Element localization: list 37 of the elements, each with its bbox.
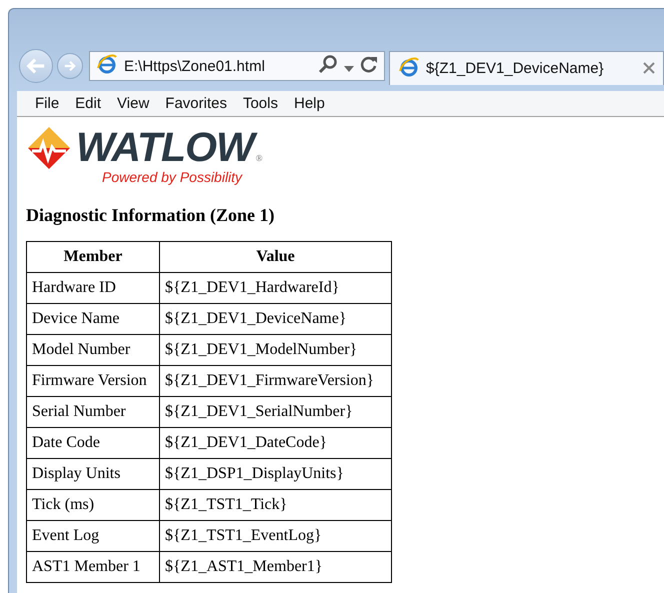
table-cell: Hardware ID <box>26 272 160 304</box>
table-cell: ${Z1_AST1_Member1} <box>160 552 392 582</box>
table-cell: Display Units <box>26 458 160 490</box>
menu-item[interactable]: Tools <box>234 95 286 112</box>
menu-item[interactable]: View <box>109 95 158 112</box>
table-cell: AST1 Member 1 <box>26 552 160 582</box>
menu-item[interactable]: Favorites <box>157 95 235 112</box>
table-cell: Serial Number <box>26 396 160 428</box>
table-cell: Date Code <box>26 428 160 458</box>
menu-item[interactable]: Help <box>286 95 333 112</box>
table-cell: ${Z1_DSP1_DisplayUnits} <box>160 458 392 490</box>
table-cell: ${Z1_DEV1_SerialNumber} <box>160 396 392 428</box>
browser-tab[interactable]: ${Z1_DEV1_DeviceName} <box>389 51 664 85</box>
table-cell: ${Z1_TST1_Tick} <box>160 490 392 520</box>
table-cell: ${Z1_TST1_EventLog} <box>160 520 392 552</box>
right-arrow-icon <box>64 60 76 72</box>
menu-item[interactable]: Edit <box>67 95 110 112</box>
table-cell: Firmware Version <box>26 366 160 396</box>
address-text: E:\Https\Zone01.html <box>124 58 266 74</box>
table-cell: ${Z1_DEV1_FirmwareVersion} <box>160 366 392 396</box>
left-arrow-icon <box>26 57 46 75</box>
table-cell: ${Z1_DEV1_DateCode} <box>160 428 392 458</box>
table-cell: ${Z1_DEV1_HardwareId} <box>160 272 392 304</box>
table-cell: ${Z1_DEV1_DeviceName} <box>160 304 392 334</box>
page-heading: Diagnostic Information (Zone 1) <box>26 205 276 226</box>
table-cell: Device Name <box>26 304 160 334</box>
address-field[interactable]: E:\Https\Zone01.html <box>89 51 385 81</box>
table-cell: ${Z1_DEV1_ModelNumber} <box>160 334 392 366</box>
tab-title: ${Z1_DEV1_DeviceName} <box>426 60 605 77</box>
table-cell: Tick (ms) <box>26 490 160 520</box>
table-cell: Model Number <box>26 334 160 366</box>
registered-mark: ® <box>256 153 263 163</box>
column-header: Value <box>160 242 392 272</box>
column-header: Member <box>26 242 160 272</box>
menu-item[interactable]: File <box>27 95 68 112</box>
logo-tagline: Powered by Possibility <box>102 169 244 185</box>
table-cell: Event Log <box>26 520 160 552</box>
